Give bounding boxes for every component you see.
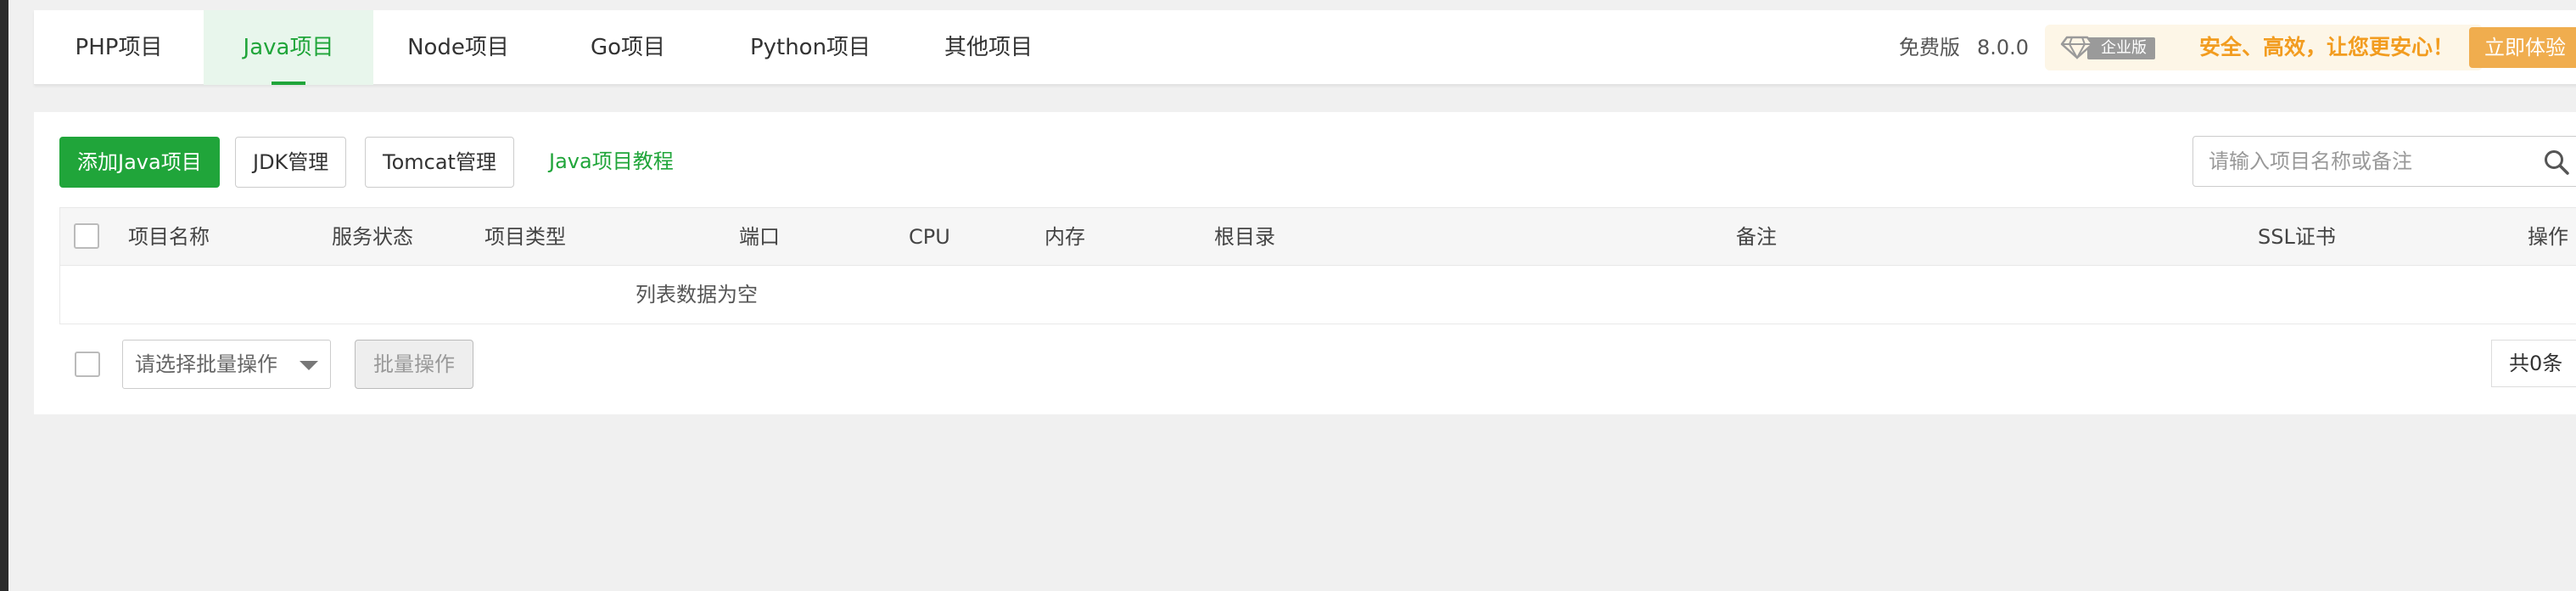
try-now-button[interactable]: 立即体验 [2469, 27, 2576, 68]
tab-label: PHP项目 [75, 35, 163, 60]
tab-label: Python项目 [749, 35, 871, 60]
column-ssl-certificate: SSL证书 [2258, 225, 2336, 249]
batch-operation-select[interactable]: 请选择批量操作 [122, 340, 331, 389]
jdk-manage-button[interactable]: JDK管理 [235, 137, 347, 188]
column-memory: 内存 [1044, 225, 1085, 249]
column-service-status: 服务状态 [332, 225, 413, 249]
batch-select-value: 请选择批量操作 [135, 352, 277, 376]
tab-label: 其他项目 [944, 35, 1033, 60]
enterprise-promo-banner[interactable]: 企业版 安全、高效，让您更安心！ [2045, 25, 2493, 70]
project-table: 项目名称 服务状态 项目类型 端口 CPU 内存 根目录 备注 SSL证书 操作… [59, 207, 2576, 324]
column-port: 端口 [739, 225, 780, 249]
search-input[interactable] [2209, 137, 2531, 186]
java-tutorial-link[interactable]: Java项目教程 [549, 137, 674, 188]
tab-label: Node项目 [407, 35, 509, 60]
window-edge [0, 0, 8, 591]
tab-python-projects[interactable]: Python项目 [713, 10, 908, 85]
version-label: 8.0.0 [1977, 36, 2030, 59]
tomcat-manage-button[interactable]: Tomcat管理 [365, 137, 514, 188]
footer-select-all-checkbox[interactable] [75, 352, 100, 377]
promo-text: 安全、高效，让您更安心！ [2199, 35, 2455, 59]
tab-php-projects[interactable]: PHP项目 [34, 10, 204, 85]
java-project-panel: 添加Java项目 JDK管理 Tomcat管理 Java项目教程 项目名称 服务… [34, 112, 2576, 414]
select-all-checkbox[interactable] [74, 223, 99, 249]
chevron-down-icon [300, 361, 318, 370]
column-root-directory: 根目录 [1214, 225, 1275, 249]
project-search-box [2192, 136, 2576, 187]
tab-go-projects[interactable]: Go项目 [543, 10, 713, 85]
column-project-name[interactable]: 项目名称 [128, 208, 210, 266]
column-cpu: CPU [909, 225, 950, 249]
add-java-project-button[interactable]: 添加Java项目 [59, 137, 220, 188]
tab-label: Java项目 [243, 35, 334, 60]
total-count: 共0条 [2491, 340, 2576, 387]
diamond-icon [2060, 36, 2094, 59]
project-type-tabbar: PHP项目 Java项目 Node项目 Go项目 Python项目 其他项目 免… [34, 10, 2576, 85]
edition-label: 免费版 [1899, 36, 1960, 59]
batch-operation-button[interactable]: 批量操作 [355, 340, 473, 389]
active-tab-indicator [272, 82, 305, 85]
empty-list-message: 列表数据为空 [636, 283, 758, 307]
tab-label: Go项目 [590, 35, 666, 60]
tab-node-projects[interactable]: Node项目 [373, 10, 543, 85]
search-icon[interactable] [2543, 149, 2570, 176]
enterprise-badge: 企业版 [2087, 37, 2155, 59]
column-project-type: 项目类型 [484, 225, 566, 249]
column-actions: 操作 [2528, 225, 2568, 249]
table-header-row: 项目名称 服务状态 项目类型 端口 CPU 内存 根目录 备注 SSL证书 操作 [60, 208, 2576, 266]
column-remarks: 备注 [1736, 225, 1777, 249]
tab-other-projects[interactable]: 其他项目 [908, 10, 1069, 85]
tab-java-projects[interactable]: Java项目 [204, 10, 373, 85]
